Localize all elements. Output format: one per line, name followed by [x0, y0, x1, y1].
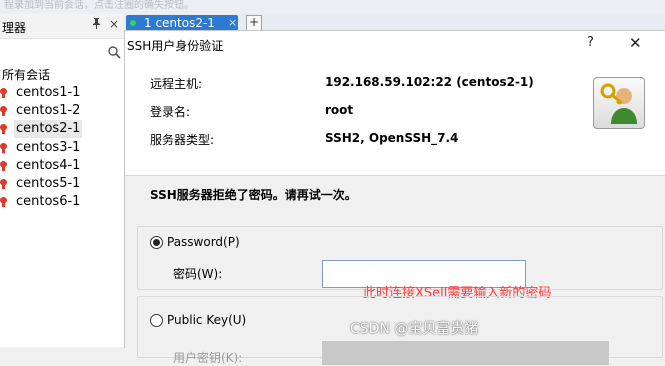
dialog-close-button[interactable]: ✕	[629, 34, 642, 52]
password-label: 密码(W):	[173, 267, 223, 281]
user-key-field	[322, 341, 609, 365]
session-icon	[0, 124, 7, 135]
session-icon	[0, 160, 7, 171]
session-label: centos1-2	[16, 103, 81, 119]
session-item[interactable]: centos6-1	[0, 193, 124, 211]
csdn-watermark: CSDN @宝贝富贵猪	[350, 321, 479, 337]
session-manager-title: 理器	[2, 21, 27, 35]
background-hint-text: 程录加到当前会话，点击注圈的确失按钮。	[4, 0, 194, 11]
ssh-auth-dialog: SSH用户身份验证 ? ✕ 远程主机: 192.168.59.102:22 (c…	[124, 30, 665, 365]
help-button[interactable]: ?	[587, 35, 594, 50]
session-list: centos1-1 centos1-2 centos2-1 centos3-1 …	[0, 84, 124, 211]
top-background-strip: 程录加到当前会话，点击注圈的确失按钮。	[0, 0, 665, 14]
session-item[interactable]: centos4-1	[0, 157, 124, 175]
session-icon	[0, 142, 7, 153]
server-type-value: SSH2, OpenSSH_7.4	[325, 131, 459, 145]
user-key-label: 用户密钥(K):	[173, 351, 243, 365]
remote-host-value: 192.168.59.102:22 (centos2-1)	[325, 75, 534, 89]
session-item[interactable]: centos1-2	[0, 102, 124, 120]
session-label: centos3-1	[16, 139, 81, 155]
session-manager-panel: 理器 × 所有会话 centos1-1 centos1-2 centos2-1 …	[0, 14, 125, 347]
session-item-selected[interactable]: centos2-1	[0, 120, 124, 139]
dialog-title: SSH用户身份验证	[127, 39, 224, 53]
public-key-radio[interactable]	[150, 314, 163, 327]
session-label: centos1-1	[16, 85, 81, 100]
connection-info-panel: 远程主机: 192.168.59.102:22 (centos2-1) 登录名:…	[125, 61, 665, 175]
session-icon	[0, 106, 7, 117]
search-icon[interactable]	[108, 46, 121, 63]
session-icon	[0, 88, 7, 98]
all-sessions-folder[interactable]: 所有会话	[2, 66, 50, 83]
server-type-label: 服务器类型:	[150, 133, 215, 147]
session-search[interactable]	[0, 44, 124, 64]
session-icon	[0, 178, 7, 189]
tab-close-icon[interactable]: ×	[228, 16, 237, 29]
tab-label: 1 centos2-1	[144, 16, 215, 30]
session-item[interactable]: centos1-1	[0, 84, 124, 102]
session-manager-header: 理器 ×	[0, 14, 124, 39]
keys-user-icon	[593, 77, 645, 129]
session-label: centos5-1	[16, 175, 81, 191]
pin-icon[interactable]	[92, 18, 101, 32]
password-radio[interactable]	[150, 236, 163, 249]
panel-close-icon[interactable]: ×	[109, 17, 119, 31]
reject-message: SSH服务器拒绝了密码。请再试一次。	[150, 188, 357, 202]
session-icon	[0, 197, 7, 208]
session-item[interactable]: centos3-1	[0, 139, 124, 157]
login-name-label: 登录名:	[150, 105, 191, 119]
session-label: centos4-1	[16, 157, 81, 173]
session-label: centos6-1	[16, 194, 81, 210]
session-item[interactable]: centos5-1	[0, 175, 124, 193]
login-name-value: root	[325, 103, 354, 117]
remote-host-label: 远程主机:	[150, 77, 203, 91]
connection-status-icon	[130, 20, 136, 26]
session-label: centos2-1	[14, 120, 83, 139]
public-key-option-label[interactable]: Public Key(U)	[167, 313, 246, 327]
password-option-label[interactable]: Password(P)	[167, 235, 240, 249]
new-tab-button[interactable]: +	[246, 15, 262, 31]
